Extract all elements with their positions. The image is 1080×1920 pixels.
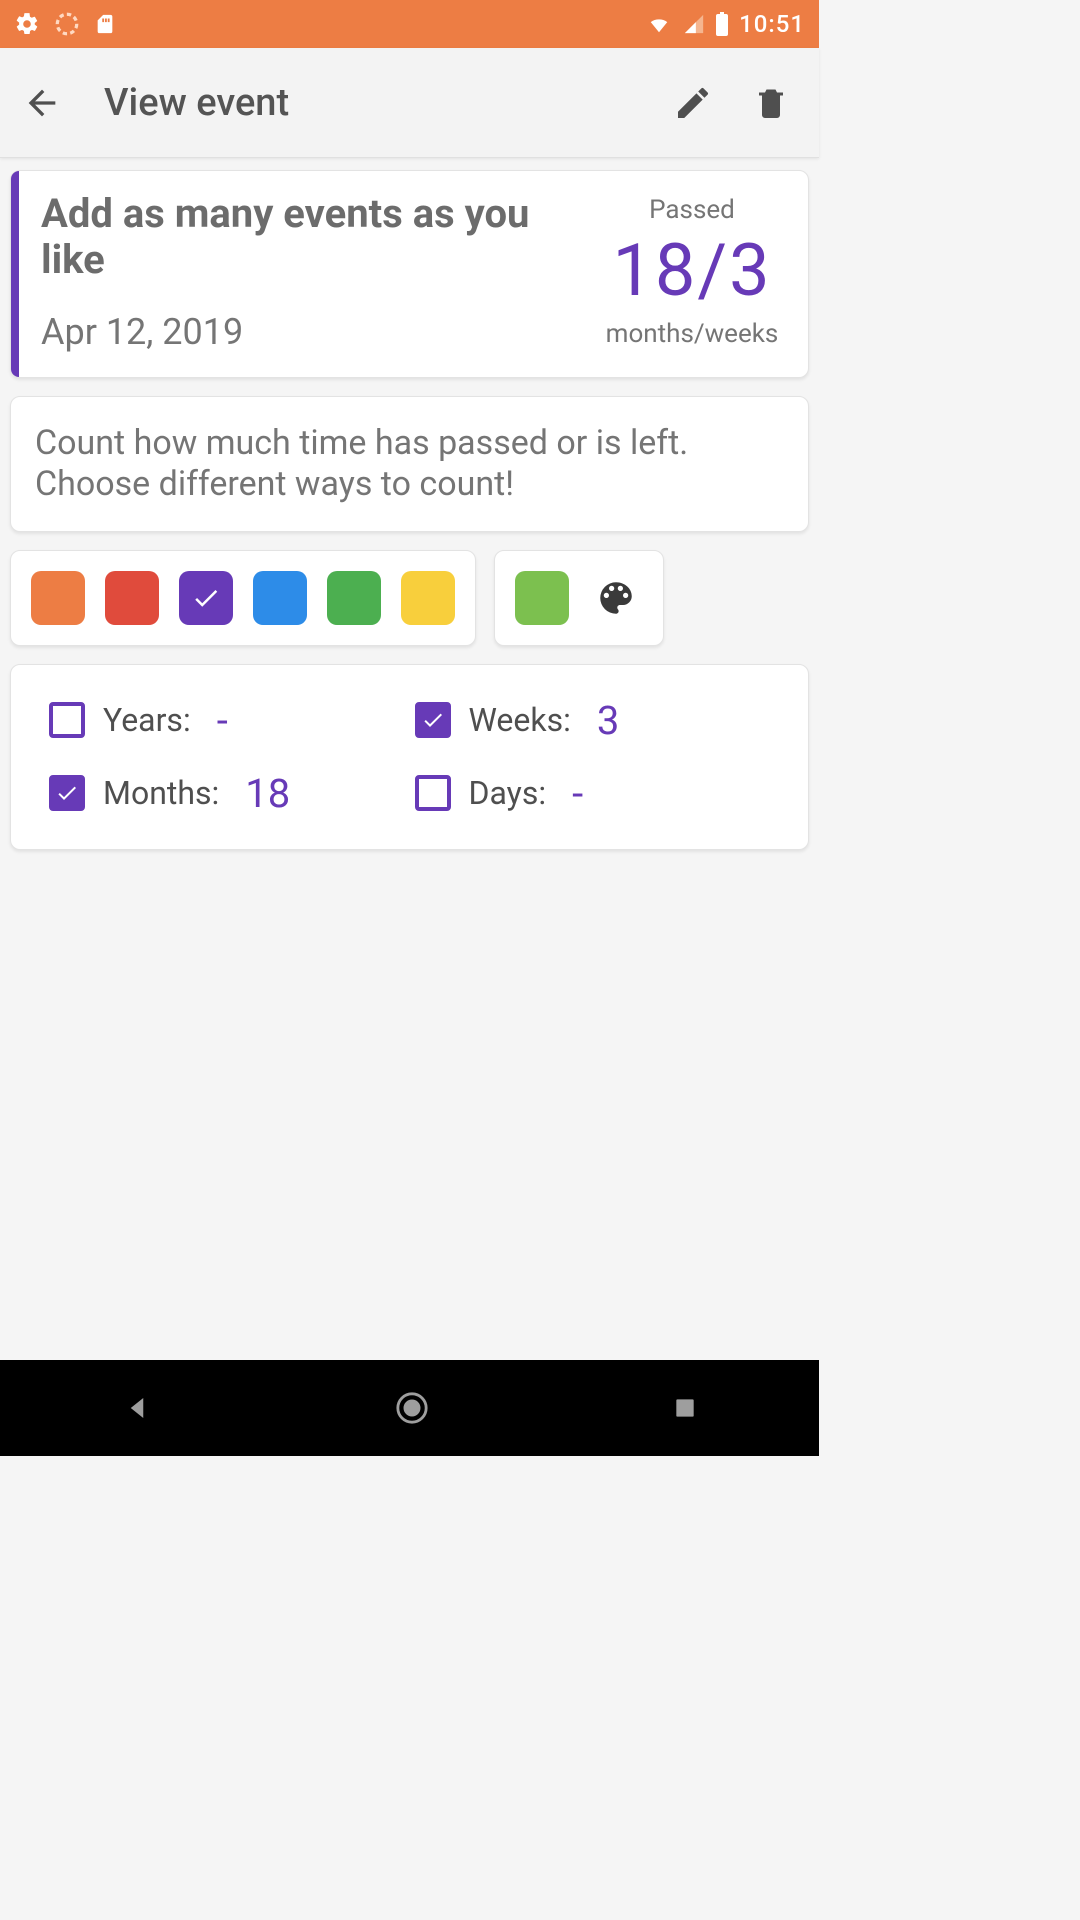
page-title: View event: [104, 81, 673, 125]
color-swatch-green[interactable]: [327, 571, 381, 625]
status-bar: 10:51: [0, 0, 819, 48]
content-area: Add as many events as you like Apr 12, 2…: [0, 158, 819, 1360]
unit-months-label: Months:: [103, 774, 219, 812]
passed-value: 18/3: [612, 231, 771, 310]
color-swatch-orange[interactable]: [31, 571, 85, 625]
app-bar: View event: [0, 48, 819, 158]
nav-home-button[interactable]: [395, 1391, 429, 1425]
cell-signal-icon: [683, 13, 705, 35]
event-accent-bar: [11, 171, 19, 377]
unit-weeks-value: 3: [597, 697, 619, 744]
settings-icon: [14, 11, 40, 37]
loading-icon: [54, 11, 80, 37]
unit-weeks-label: Weeks:: [469, 701, 571, 739]
event-counter: Passed 18/3 months/weeks: [602, 191, 782, 353]
passed-label: Passed: [649, 195, 735, 225]
color-swatch-red[interactable]: [105, 571, 159, 625]
event-date: Apr 12, 2019: [41, 311, 582, 353]
checkbox-days[interactable]: [415, 775, 451, 811]
units-card: Years: - Weeks: 3 Months: 18 Days: -: [10, 664, 809, 850]
color-swatch-blue[interactable]: [253, 571, 307, 625]
color-swatch-yellow[interactable]: [401, 571, 455, 625]
unit-days[interactable]: Days: -: [415, 770, 771, 817]
battery-icon: [715, 12, 729, 36]
status-right: 10:51: [645, 10, 805, 38]
checkbox-weeks[interactable]: [415, 702, 451, 738]
checkbox-months[interactable]: [49, 775, 85, 811]
event-left: Add as many events as you like Apr 12, 2…: [41, 191, 602, 353]
nav-recents-button[interactable]: [672, 1395, 698, 1421]
description-card: Count how much time has passed or is lef…: [10, 396, 809, 532]
unit-years[interactable]: Years: -: [49, 697, 405, 744]
color-custom-preview[interactable]: [515, 571, 569, 625]
passed-unit: months/weeks: [606, 319, 779, 349]
color-swatch-purple[interactable]: [179, 571, 233, 625]
app-bar-actions: [673, 83, 789, 123]
checkbox-years[interactable]: [49, 702, 85, 738]
status-time: 10:51: [739, 10, 805, 38]
palette-button[interactable]: [589, 571, 643, 625]
system-nav-bar: [0, 1360, 819, 1456]
edit-button[interactable]: [673, 83, 713, 123]
unit-months-value: 18: [245, 770, 290, 817]
unit-years-value: -: [217, 697, 228, 744]
unit-months[interactable]: Months: 18: [49, 770, 405, 817]
nav-back-button[interactable]: [122, 1393, 152, 1423]
status-left-icons: [14, 11, 116, 37]
unit-weeks[interactable]: Weeks: 3: [415, 697, 771, 744]
wifi-icon: [645, 13, 673, 35]
sd-card-icon: [94, 11, 116, 37]
color-custom-group: [494, 550, 664, 646]
color-presets: [10, 550, 476, 646]
unit-years-label: Years:: [103, 701, 191, 739]
event-summary-card: Add as many events as you like Apr 12, 2…: [10, 170, 809, 378]
color-picker-row: [10, 550, 809, 646]
unit-days-label: Days:: [469, 774, 547, 812]
delete-button[interactable]: [753, 83, 789, 123]
unit-days-value: -: [572, 770, 583, 817]
event-title: Add as many events as you like: [41, 191, 582, 283]
back-button[interactable]: [22, 83, 78, 123]
